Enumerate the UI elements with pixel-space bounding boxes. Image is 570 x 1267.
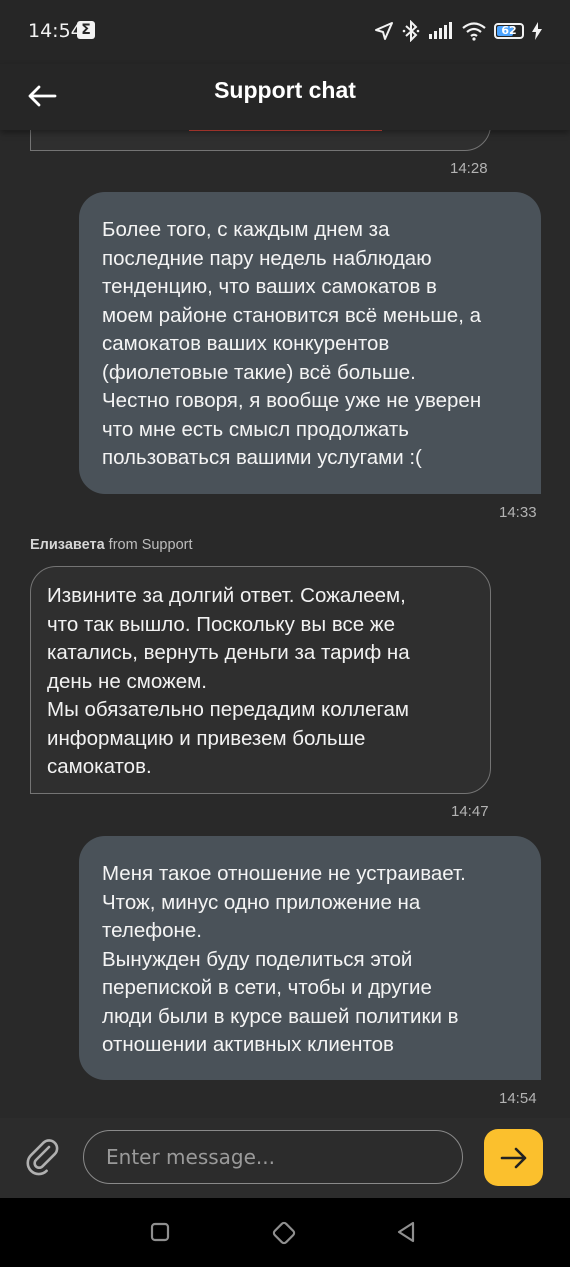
status-bar: 14:54 Σ 62 [0, 0, 570, 64]
composer-bar [0, 1118, 570, 1198]
message-time: 14:54 [499, 1090, 537, 1107]
status-icons: 62 [374, 18, 542, 44]
location-icon [375, 22, 393, 40]
paperclip-icon [26, 1139, 59, 1176]
system-nav-bar [0, 1198, 570, 1267]
sigma-icon: Σ [77, 21, 95, 39]
message-bubble-outgoing: Более того, с каждым днем за последние п… [79, 192, 541, 494]
home-diamond-icon[interactable] [270, 1219, 298, 1247]
message-time: 14:47 [451, 803, 489, 820]
message-bubble-outgoing: Меня такое отношение не устраивает. Чтож… [79, 836, 541, 1080]
signal-icon [429, 22, 452, 39]
message-list[interactable]: 14:28 Более того, с каждым днем за после… [0, 130, 570, 1118]
back-triangle-icon[interactable] [396, 1221, 416, 1243]
sender-suffix: from Support [108, 537, 193, 553]
recents-square-icon[interactable] [150, 1222, 170, 1242]
sender-name: Елизавета [30, 537, 105, 553]
wifi-icon [462, 22, 486, 41]
battery-level: 62 [501, 24, 517, 37]
status-time: 14:54 [28, 20, 83, 42]
bluetooth-icon [402, 20, 420, 42]
message-time: 14:33 [499, 504, 537, 521]
message-bubble-incoming: Извините за долгий ответ. Сожалеем, что … [30, 566, 491, 794]
message-time: 14:28 [450, 160, 488, 177]
battery-icon: 62 [494, 23, 524, 39]
app-header: Support chat [0, 64, 570, 130]
arrow-right-icon [500, 1147, 526, 1168]
send-button[interactable] [484, 1129, 543, 1186]
message-bubble-incoming [30, 130, 491, 151]
message-input[interactable] [83, 1130, 463, 1184]
message-sender: Елизавета from Support [30, 537, 193, 553]
link-underline [189, 130, 382, 131]
attach-button[interactable] [24, 1138, 64, 1178]
charging-icon [532, 22, 542, 40]
page-title: Support chat [214, 77, 356, 103]
